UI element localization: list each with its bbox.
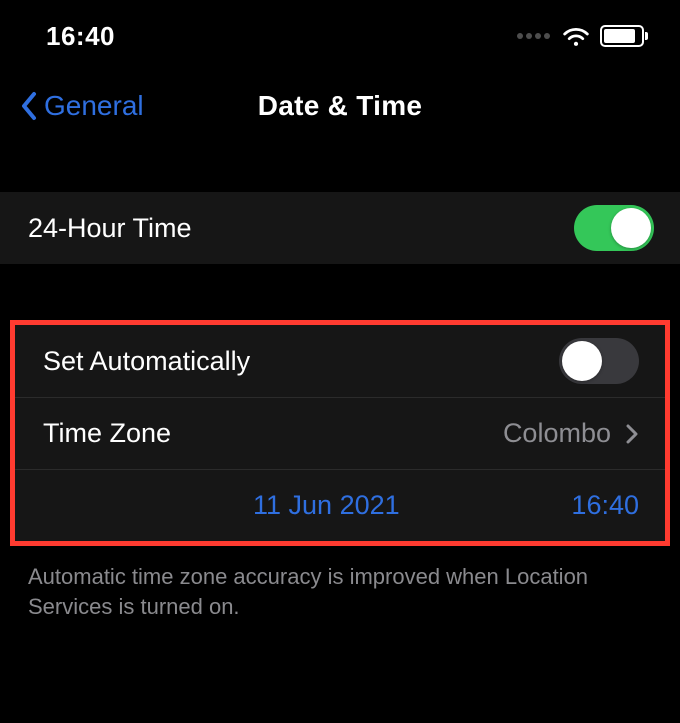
timezone-value: Colombo (503, 418, 611, 449)
chevron-left-icon (20, 91, 38, 121)
row-set-automatically: Set Automatically (15, 325, 665, 397)
cellular-icon (517, 33, 550, 39)
nav-bar: General Date & Time (0, 64, 680, 148)
row-label: Time Zone (43, 418, 171, 449)
toggle-set-automatically[interactable] (559, 338, 639, 384)
date-picker[interactable]: 11 Jun 2021 (253, 490, 400, 521)
row-24-hour-time: 24-Hour Time (0, 192, 680, 264)
chevron-right-icon (625, 423, 639, 445)
page-title: Date & Time (258, 90, 423, 122)
battery-icon (600, 25, 644, 47)
row-time-zone[interactable]: Time Zone Colombo (15, 397, 665, 469)
back-label: General (44, 90, 144, 122)
row-date-time-picker: 11 Jun 2021 16:40 (15, 469, 665, 541)
back-button[interactable]: General (20, 90, 144, 122)
status-time: 16:40 (46, 21, 115, 52)
footer-note: Automatic time zone accuracy is improved… (0, 546, 680, 621)
row-label: Set Automatically (43, 346, 250, 377)
wifi-icon (562, 25, 590, 47)
group-24hour: 24-Hour Time (0, 192, 680, 264)
status-bar: 16:40 (0, 0, 680, 64)
highlight-box: Set Automatically Time Zone Colombo 11 J… (10, 320, 670, 546)
time-picker[interactable]: 16:40 (571, 490, 639, 521)
status-icons (517, 25, 644, 47)
row-label: 24-Hour Time (28, 213, 192, 244)
toggle-24-hour[interactable] (574, 205, 654, 251)
